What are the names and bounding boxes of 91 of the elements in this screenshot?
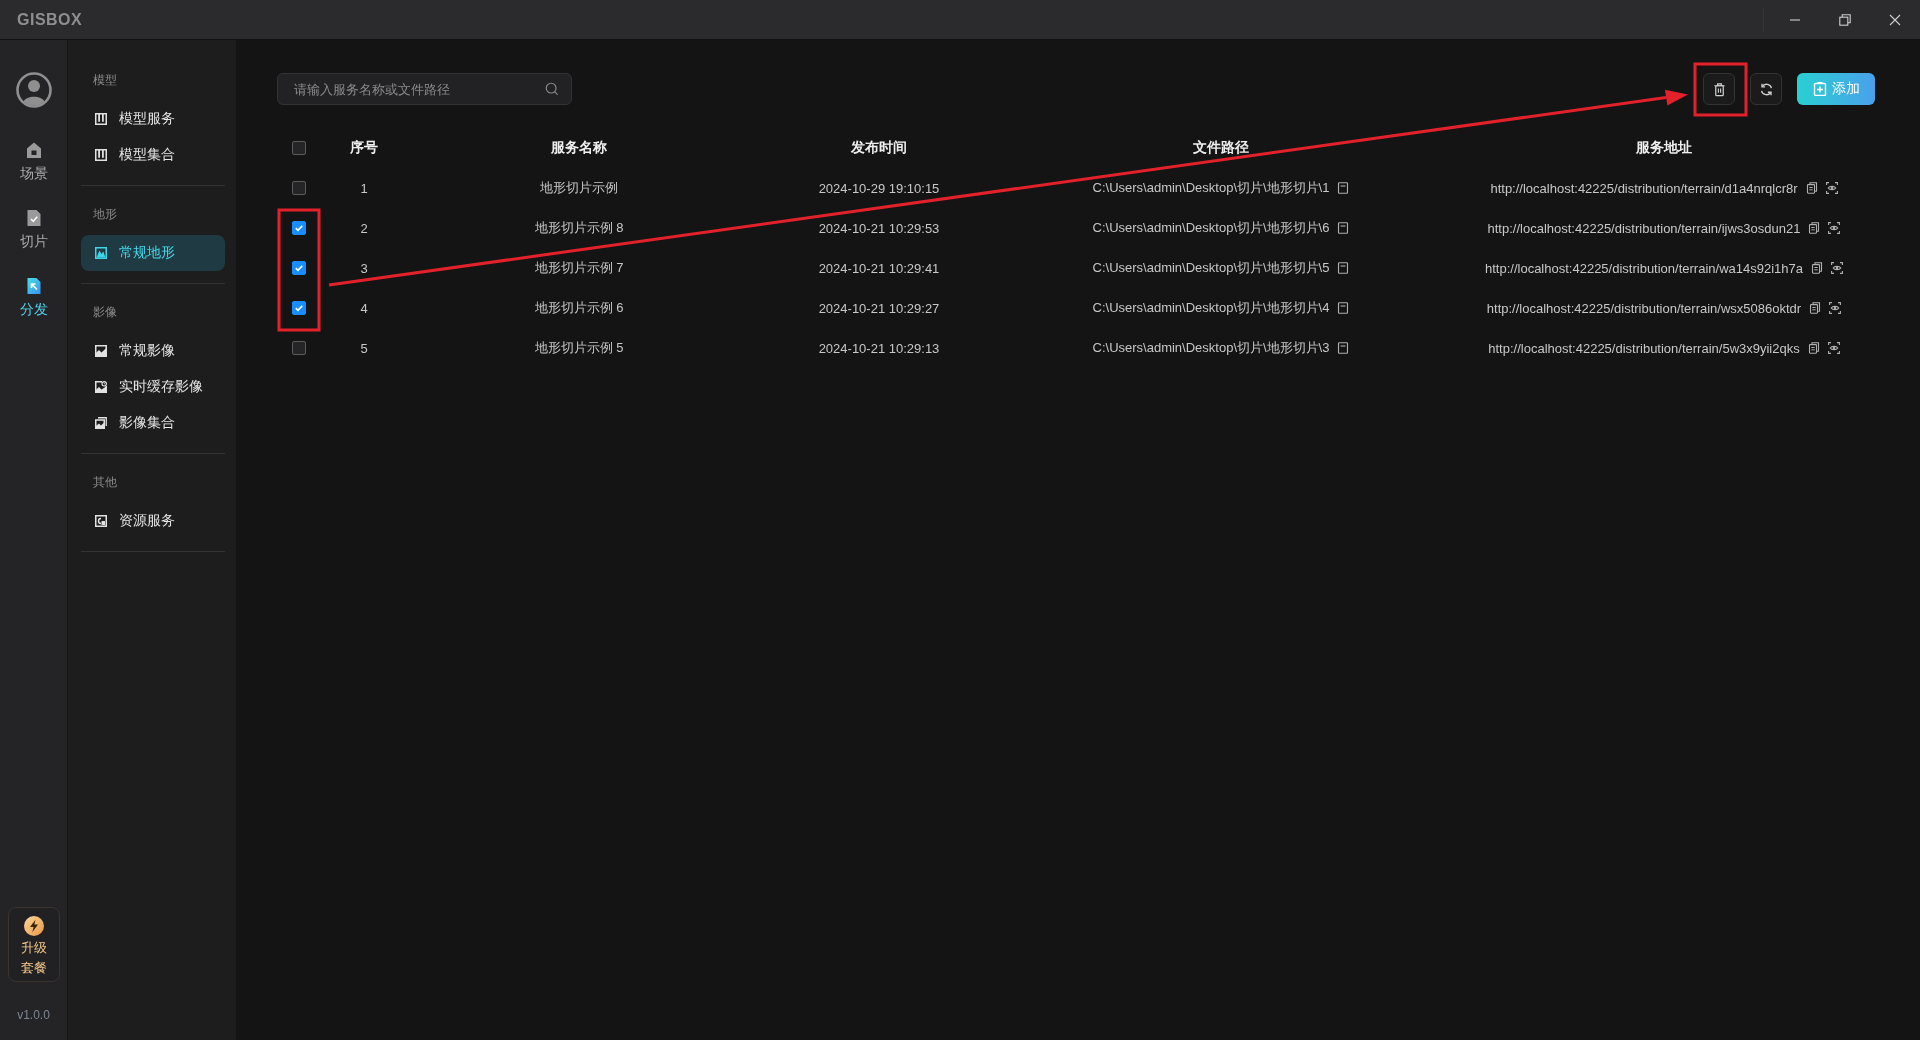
- column-header[interactable]: 序号: [350, 139, 378, 157]
- table-cell: 2024-10-21 10:29:13: [818, 340, 940, 356]
- column-header[interactable]: 服务名称: [551, 139, 607, 157]
- section-heading: 地形: [92, 206, 118, 223]
- nav-item[interactable]: 分发: [19, 277, 48, 317]
- table-cell: C:\Users\admin\Desktop\切片\地形切片\3: [1092, 339, 1330, 357]
- section-heading: 模型: [92, 72, 118, 89]
- nav-item[interactable]: 场景: [19, 141, 48, 181]
- checkbox[interactable]: [292, 341, 306, 355]
- eye-icon[interactable]: [1831, 262, 1843, 274]
- columns-icon: [95, 113, 107, 125]
- image-clock-icon: [95, 381, 107, 393]
- table-cell: 地形切片示例 6: [534, 299, 624, 317]
- sidebar-item[interactable]: 资源服务: [81, 503, 225, 539]
- eye-icon[interactable]: [1828, 222, 1841, 234]
- section-heading: 影像: [92, 304, 118, 321]
- copy-icon[interactable]: [1811, 262, 1823, 274]
- table-cell: C:\Users\admin\Desktop\切片\地形切片\4: [1092, 299, 1330, 317]
- copy-icon[interactable]: [1805, 182, 1818, 194]
- table-cell: 1: [360, 180, 368, 196]
- checkbox[interactable]: [292, 261, 306, 275]
- eye-icon[interactable]: [1829, 302, 1842, 314]
- highlight-frame: [1693, 62, 1748, 117]
- version-label: v1.0.0: [17, 1007, 50, 1023]
- copy-icon[interactable]: [1809, 302, 1822, 314]
- file-icon[interactable]: [1337, 342, 1350, 354]
- avatar-icon[interactable]: [15, 72, 52, 108]
- eye-icon[interactable]: [1827, 342, 1840, 354]
- checkbox[interactable]: [292, 181, 306, 195]
- trash-icon: [1711, 81, 1727, 97]
- table-cell: http://localhost:42225/distribution/terrain/wa14s92i1h7a: [1485, 260, 1803, 276]
- checkmark-icon: [294, 223, 304, 233]
- refresh-button[interactable]: [1750, 73, 1782, 105]
- file-icon[interactable]: [1337, 182, 1350, 194]
- table-cell: 2024-10-21 10:29:41: [818, 260, 940, 276]
- close-icon: [1889, 13, 1901, 26]
- columns-icon: [95, 149, 107, 161]
- table-cell: C:\Users\admin\Desktop\切片\地形切片\6: [1092, 219, 1330, 237]
- search-icon[interactable]: [545, 82, 559, 96]
- sidebar-item[interactable]: 实时缓存影像: [81, 369, 225, 405]
- column-header[interactable]: 服务地址: [1636, 139, 1692, 157]
- plus-document-icon: [1812, 82, 1827, 96]
- sidebar-item[interactable]: 模型集合: [81, 137, 225, 173]
- mountain-icon: [95, 247, 107, 259]
- restore-icon: [1839, 13, 1851, 26]
- copy-icon[interactable]: [1807, 342, 1820, 354]
- table-cell: 2024-10-21 10:29:27: [818, 300, 940, 316]
- house-icon: [24, 141, 43, 159]
- sidebar-item[interactable]: 常规影像: [81, 333, 225, 369]
- column-header[interactable]: 文件路径: [1193, 139, 1249, 157]
- refresh-icon: [1758, 81, 1774, 97]
- table-cell: 2024-10-29 19:10:15: [818, 180, 940, 196]
- nav-item[interactable]: 切片: [19, 209, 48, 249]
- checkbox[interactable]: [292, 221, 306, 235]
- file-icon[interactable]: [1337, 222, 1350, 234]
- file-icon[interactable]: [1337, 302, 1350, 314]
- box-icon: [95, 515, 107, 527]
- upgrade-button[interactable]: 升级套餐: [7, 907, 60, 982]
- checkmark-icon: [294, 263, 304, 273]
- table-cell: 地形切片示例 8: [534, 219, 624, 237]
- table-cell: 4: [360, 300, 368, 316]
- sidebar-item[interactable]: 影像集合: [81, 405, 225, 441]
- image-icon: [95, 345, 107, 357]
- checkbox[interactable]: [292, 141, 306, 155]
- table-cell: 2: [360, 220, 368, 236]
- table-cell: http://localhost:42225/distribution/terrain/wsx5086oktdr: [1486, 300, 1802, 316]
- section-heading: 其他: [92, 474, 118, 491]
- app-logo: GISBOX: [17, 10, 83, 29]
- column-header[interactable]: 发布时间: [851, 139, 907, 157]
- table-cell: 3: [360, 260, 368, 276]
- table-cell: 5: [360, 340, 368, 356]
- delete-button[interactable]: [1703, 73, 1735, 105]
- table-cell: C:\Users\admin\Desktop\切片\地形切片\1: [1092, 179, 1330, 197]
- eye-icon[interactable]: [1825, 182, 1838, 194]
- file-icon[interactable]: [1337, 262, 1350, 274]
- table-cell: http://localhost:42225/distribution/terrain/d1a4nrqlcr8r: [1490, 180, 1798, 196]
- lightning-icon: [23, 916, 44, 936]
- sidebar-item[interactable]: 常规地形: [81, 235, 225, 271]
- stacked-image-icon: [95, 417, 107, 429]
- table-cell: http://localhost:42225/distribution/terrain/5w3x9yii2qks: [1488, 340, 1800, 356]
- checkbox[interactable]: [292, 301, 306, 315]
- table-cell: 地形切片示例 5: [534, 339, 624, 357]
- copy-icon[interactable]: [1808, 222, 1821, 234]
- table-cell: C:\Users\admin\Desktop\切片\地形切片\5: [1092, 259, 1330, 277]
- table-cell: http://localhost:42225/distribution/terrain/ijws3osdun21: [1487, 220, 1801, 236]
- sidebar-item[interactable]: 模型服务: [81, 101, 225, 137]
- table-cell: 2024-10-21 10:29:53: [818, 220, 940, 236]
- search-field[interactable]: 请输入服务名称或文件路径: [277, 73, 572, 105]
- table-cell: 地形切片示例: [540, 179, 618, 197]
- table-cell: 地形切片示例 7: [534, 259, 624, 277]
- checkmark-icon: [294, 303, 304, 313]
